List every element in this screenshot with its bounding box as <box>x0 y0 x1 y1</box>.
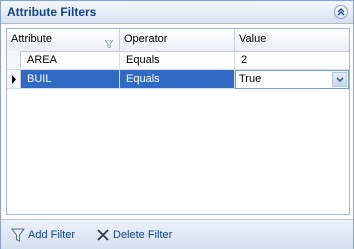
column-header-attribute[interactable]: Attribute <box>7 29 120 51</box>
panel-titlebar: Attribute Filters <box>1 1 353 24</box>
delete-filter-label: Delete Filter <box>113 229 173 241</box>
add-filter-label: Add Filter <box>28 229 76 241</box>
column-header-label: Operator <box>124 33 168 45</box>
add-filter-button[interactable]: Add Filter <box>11 227 81 243</box>
column-header-value[interactable]: Value <box>235 29 349 51</box>
panel-title: Attribute Filters <box>7 5 97 19</box>
table-row-selected[interactable]: BUIL Equals True <box>7 70 349 89</box>
row-selector[interactable] <box>7 51 21 70</box>
value-cell[interactable]: 2 <box>235 51 349 70</box>
dropdown-button[interactable] <box>332 72 347 87</box>
column-header-label: Value <box>239 33 267 45</box>
attribute-cell[interactable]: BUIL <box>21 70 120 89</box>
column-header-label: Attribute <box>11 33 52 45</box>
attribute-filters-panel: Attribute Filters Attribute Operator Val… <box>0 0 354 249</box>
grid-header: Attribute Operator Value <box>7 29 349 52</box>
value-dropdown-text: True <box>239 73 262 85</box>
filter-toolbar: Add Filter Delete Filter <box>1 219 353 249</box>
filters-grid: Attribute Operator Value AREA Equals 2 B… <box>6 28 350 215</box>
row-selector[interactable] <box>7 70 21 89</box>
collapse-button[interactable] <box>334 5 348 19</box>
table-row[interactable]: AREA Equals 2 <box>7 51 349 70</box>
value-dropdown[interactable]: True <box>235 70 349 89</box>
column-header-operator[interactable]: Operator <box>120 29 235 51</box>
delete-filter-button[interactable]: Delete Filter <box>96 227 176 243</box>
operator-cell[interactable]: Equals <box>120 70 235 89</box>
current-row-arrow-icon <box>7 75 21 93</box>
operator-cell[interactable]: Equals <box>120 51 235 70</box>
attribute-cell[interactable]: AREA <box>21 51 120 70</box>
